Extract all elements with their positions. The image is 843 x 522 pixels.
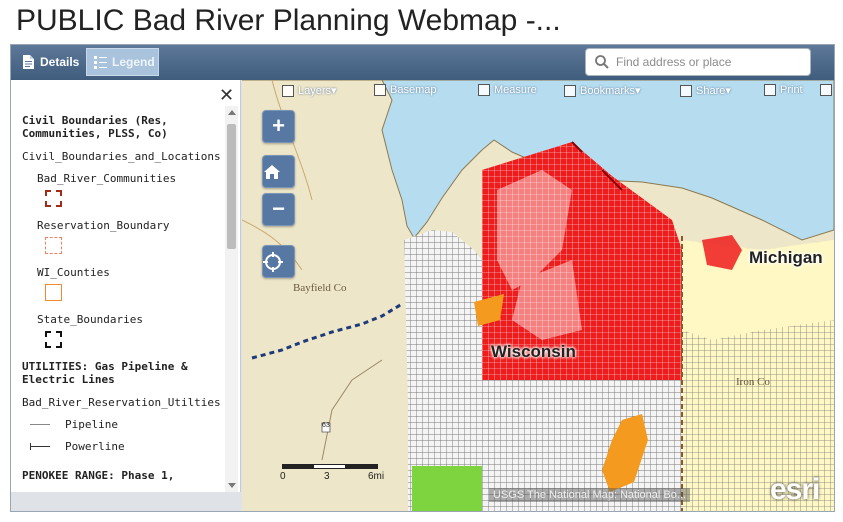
pipeline-line-icon <box>30 424 50 425</box>
print-tool[interactable]: Print <box>764 84 803 96</box>
details-tab[interactable]: Details <box>15 48 86 76</box>
map-attribution[interactable]: USGS The National Map: National Bo... <box>489 488 691 502</box>
link-icon <box>680 84 692 97</box>
legend-list: Civil Boundaries (Res, Communities, PLSS… <box>22 114 222 492</box>
state-boundary-swatch <box>45 331 62 348</box>
scroll-up-icon[interactable] <box>228 110 236 115</box>
basemap-icon <box>374 84 386 96</box>
expand-icon <box>820 84 832 96</box>
bayfield-county-label: Bayfield Co <box>293 282 347 294</box>
legend-item-label: WI_Counties <box>37 266 110 279</box>
expand-tool[interactable] <box>820 84 834 96</box>
legend-heading: PENOKEE RANGE: Phase 1, <box>22 469 175 482</box>
powerline-line-icon <box>30 443 50 450</box>
scale-tick-1: 3 <box>324 471 330 482</box>
legend-scrollbar[interactable] <box>225 106 238 492</box>
zoom-in-button[interactable]: + <box>262 110 295 143</box>
details-tab-label: Details <box>40 55 80 69</box>
locate-button[interactable] <box>262 245 295 278</box>
scale-tick-2: 6mi <box>368 471 385 482</box>
layers-label: Layers <box>298 84 332 97</box>
basemap-label: Basemap <box>390 84 437 96</box>
scale-bar: 0 3 6mi <box>280 464 384 483</box>
map-canvas <box>242 80 834 511</box>
page-title: PUBLIC Bad River Planning Webmap -... <box>16 4 561 37</box>
layers-tool[interactable]: Layers ▾ <box>282 84 337 97</box>
share-tool[interactable]: Share ▾ <box>680 84 731 97</box>
legend-item-pipeline: Pipeline <box>30 418 222 431</box>
esri-logo[interactable]: esri <box>770 473 820 507</box>
bookmarks-label: Bookmarks <box>580 84 636 97</box>
legend-tab-label: Legend <box>112 55 155 69</box>
legend-layer-name: Bad_River_Reservation_Utilties <box>22 396 221 409</box>
legend-item-label: State_Boundaries <box>37 313 143 326</box>
map-view[interactable]: Layers ▾ Basemap Measure Bookmarks ▾ Sha… <box>242 80 834 511</box>
legend-item-label: Powerline <box>65 440 125 453</box>
legend-item-powerline: Powerline <box>30 440 222 453</box>
legend-tab[interactable]: Legend <box>86 48 159 76</box>
scroll-down-icon[interactable] <box>228 483 236 488</box>
measure-icon <box>478 84 490 96</box>
iron-county-label: Iron Co <box>736 376 770 388</box>
legend-item-label: Reservation_Boundary <box>37 219 170 232</box>
green-area <box>412 466 482 511</box>
layers-icon <box>282 84 294 97</box>
print-label: Print <box>780 84 803 96</box>
bookmark-icon <box>564 84 576 97</box>
app-window: PUBLIC Bad River Planning Webmap -... De… <box>0 0 843 522</box>
scale-bar-graphic <box>282 464 378 469</box>
close-icon[interactable]: ✕ <box>219 86 234 104</box>
measure-label: Measure <box>494 84 537 96</box>
legend-heading: UTILITIES: Gas Pipeline & Electric Lines <box>22 360 188 386</box>
legend-panel: ✕ Civil Boundaries (Res, Communities, PL… <box>11 80 241 492</box>
home-button[interactable] <box>262 155 295 188</box>
document-icon <box>22 55 35 69</box>
bookmarks-tool[interactable]: Bookmarks ▾ <box>564 84 641 97</box>
legend-item-label: Bad_River_Communities <box>37 172 177 185</box>
zoom-out-button[interactable]: − <box>262 193 295 226</box>
highway-63-label: 63 <box>322 422 330 429</box>
communities-swatch <box>45 190 62 207</box>
list-icon <box>94 55 107 69</box>
search-box[interactable] <box>585 48 811 76</box>
home-icon <box>264 165 280 179</box>
print-icon <box>764 84 776 96</box>
basemap-tool[interactable]: Basemap <box>374 84 436 96</box>
search-input[interactable] <box>616 55 806 69</box>
wisconsin-label: Wisconsin <box>491 342 576 361</box>
search-icon <box>594 54 610 70</box>
measure-tool[interactable]: Measure <box>478 84 537 96</box>
webmap-frame: Details Legend ✕ <box>10 44 835 512</box>
legend-layer-name: Civil_Boundaries_and_Locations <box>22 150 221 163</box>
top-toolbar: Details Legend <box>11 45 834 80</box>
map-tools-bar: Layers ▾ Basemap Measure Bookmarks ▾ Sha… <box>282 84 834 100</box>
reservation-swatch <box>45 237 62 254</box>
counties-swatch <box>45 284 62 301</box>
locate-icon <box>263 252 283 272</box>
scroll-thumb[interactable] <box>227 124 236 249</box>
legend-heading: Civil Boundaries (Res, Communities, PLSS… <box>22 114 168 140</box>
share-label: Share <box>696 84 726 97</box>
scale-tick-0: 0 <box>280 471 286 482</box>
legend-item-label: Pipeline <box>65 418 118 431</box>
michigan-label: Michigan <box>749 248 823 267</box>
